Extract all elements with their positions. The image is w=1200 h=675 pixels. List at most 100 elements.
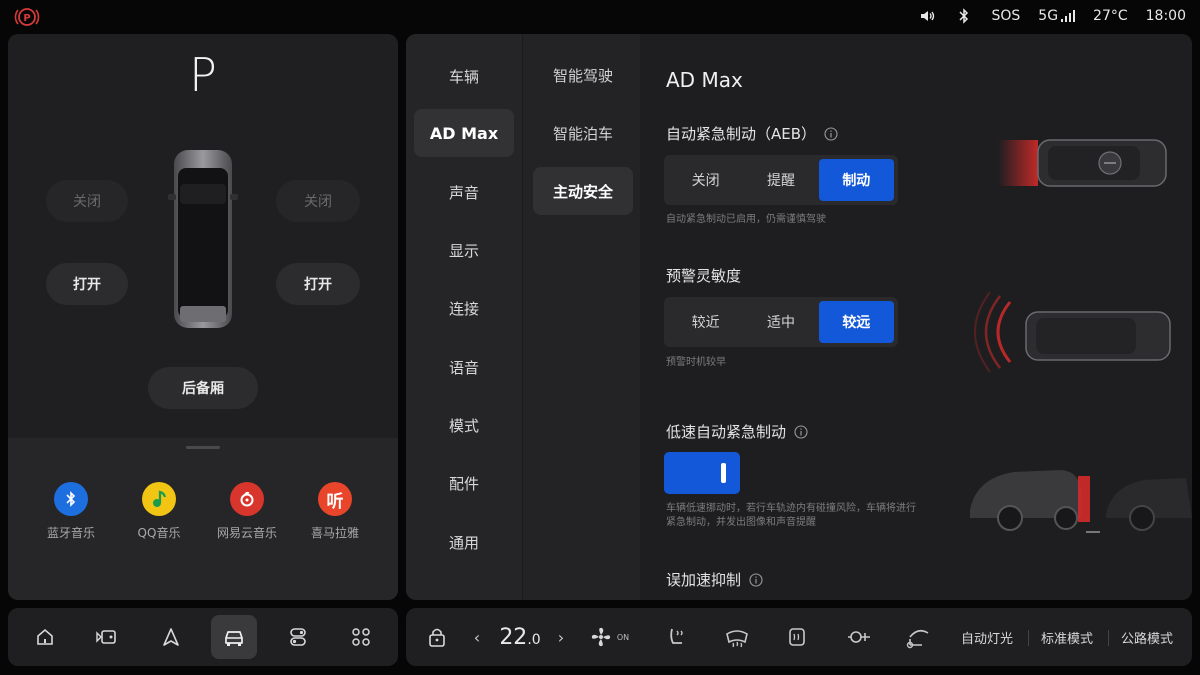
aeb-brake-illustration [998, 139, 1167, 187]
rear-left-door-button[interactable]: 打开 [46, 263, 128, 305]
aeb-option-off[interactable]: 关闭 [668, 159, 743, 201]
parking-brake-icon: P [14, 8, 40, 26]
settings-nav: 车辆 AD Max 声音 显示 连接 语音 模式 配件 通用 [406, 34, 522, 600]
front-right-door-button[interactable]: 关闭 [276, 180, 360, 222]
vehicle-panel: P 关闭 关闭 打开 打开 后备厢 蓝牙音乐 QQ音乐 网易云音乐 听 喜马拉雅 [8, 34, 398, 600]
media-dock: 蓝牙音乐 QQ音乐 网易云音乐 听 喜马拉雅 [8, 438, 398, 600]
temp-down-icon[interactable]: ‹ [468, 608, 486, 666]
app-bluetooth-music[interactable]: 蓝牙音乐 [26, 482, 116, 541]
seat-heat-icon[interactable] [662, 608, 692, 666]
fan-button[interactable]: ON [584, 608, 634, 666]
netease-music-icon [230, 482, 264, 516]
app-dock [8, 608, 398, 666]
low-speed-aeb-illustration [970, 470, 1192, 533]
divider [1108, 630, 1109, 646]
volume-icon[interactable] [919, 7, 937, 25]
rear-defrost-icon[interactable] [782, 608, 812, 666]
auto-lights-button[interactable]: 自动灯光 [954, 608, 1020, 666]
car-icon[interactable] [211, 615, 257, 659]
network-indicator: 5G [1038, 8, 1076, 24]
sub-nav: 智能驾驶 智能泊车 主动安全 [522, 34, 640, 600]
sensitivity-option-near[interactable]: 较近 [668, 301, 743, 343]
nav-accessories[interactable]: 配件 [414, 459, 514, 507]
temp-up-icon[interactable]: › [552, 608, 570, 666]
sensitivity-title: 预警灵敏度 [666, 267, 742, 285]
low-speed-aeb-title: 低速自动紧急制动 [666, 423, 787, 441]
media-icon[interactable] [84, 615, 130, 659]
nav-mode[interactable]: 模式 [414, 401, 514, 449]
settings-content: AD Max 自动紧急制动（AEB） 关闭 提醒 制动 自动紧急制动已启用，仍需… [640, 34, 1192, 600]
nav-voice[interactable]: 语音 [414, 343, 514, 391]
info-icon[interactable] [794, 424, 808, 439]
page-title: AD Max [666, 68, 743, 92]
misaccel-section-title: 误加速抑制 [666, 569, 763, 590]
sensitivity-segmented-control: 较近 适中 较远 [664, 297, 898, 347]
bluetooth-icon [54, 482, 88, 516]
apps-icon[interactable] [338, 615, 384, 659]
app-netease-music[interactable]: 网易云音乐 [202, 482, 292, 541]
sos-button[interactable]: SOS [991, 8, 1020, 24]
controls-icon[interactable] [275, 615, 321, 659]
low-speed-aeb-toggle[interactable] [664, 452, 740, 494]
fan-status: ON [616, 632, 630, 642]
aeb-title: 自动紧急制动（AEB） [666, 125, 817, 143]
app-qq-music[interactable]: QQ音乐 [114, 482, 204, 541]
wiper-icon[interactable] [902, 608, 934, 666]
drag-handle[interactable] [186, 446, 220, 449]
app-ximalaya[interactable]: 听 喜马拉雅 [290, 482, 380, 541]
gear-indicator: P [189, 48, 217, 102]
hint-line: 紧急制动，并发出图像和声音提醒 [666, 517, 816, 528]
status-bar: P SOS 5G 27°C 18:00 [0, 0, 1200, 32]
app-label: 喜马拉雅 [310, 526, 359, 540]
nav-ad-max[interactable]: AD Max [414, 109, 514, 157]
ximalaya-icon: 听 [318, 482, 352, 516]
fan-icon [591, 627, 610, 647]
temp-decimal: .0 [527, 631, 541, 648]
subnav-smart-parking[interactable]: 智能泊车 [533, 109, 633, 157]
sensitivity-hint: 预警时机较早 [666, 357, 726, 368]
subnav-smart-driving[interactable]: 智能驾驶 [533, 51, 633, 99]
sensitivity-radar-illustration [974, 292, 1171, 372]
nav-sound[interactable]: 声音 [414, 168, 514, 216]
sensitivity-section-title: 预警灵敏度 [666, 265, 741, 286]
nav-connection[interactable]: 连接 [414, 284, 514, 332]
charging-port-icon[interactable] [842, 608, 874, 666]
signal-icon [1061, 10, 1076, 22]
front-left-door-button[interactable]: 关闭 [46, 180, 128, 222]
nav-general[interactable]: 通用 [414, 518, 514, 566]
lock-icon[interactable] [424, 608, 450, 666]
climate-dock: ‹ 22.0 › ON 自动灯光 标准模式 公路模式 [406, 608, 1192, 666]
car-top-view-image [168, 150, 238, 328]
toggle-knob [721, 463, 726, 483]
subnav-active-safety[interactable]: 主动安全 [533, 167, 633, 215]
nav-vehicle[interactable]: 车辆 [414, 52, 514, 100]
rear-right-door-button[interactable]: 打开 [276, 263, 360, 305]
info-icon[interactable] [749, 572, 763, 587]
bluetooth-status-icon [959, 8, 969, 24]
sensitivity-option-far[interactable]: 较远 [818, 301, 894, 343]
aeb-section-title: 自动紧急制动（AEB） [666, 123, 838, 144]
qq-music-icon [142, 482, 176, 516]
drive-mode-button[interactable]: 标准模式 [1034, 608, 1100, 666]
nav-display[interactable]: 显示 [414, 226, 514, 274]
sensitivity-option-medium[interactable]: 适中 [743, 301, 818, 343]
road-mode-button[interactable]: 公路模式 [1114, 608, 1180, 666]
info-icon[interactable] [824, 126, 838, 141]
outside-temperature: 27°C [1093, 8, 1128, 24]
front-defrost-icon[interactable] [722, 608, 752, 666]
navigation-icon[interactable] [148, 615, 194, 659]
app-label: 蓝牙音乐 [46, 526, 95, 540]
aeb-option-brake[interactable]: 制动 [818, 159, 894, 201]
app-label: 网易云音乐 [216, 526, 277, 540]
clock: 18:00 [1145, 8, 1186, 24]
aeb-option-alert[interactable]: 提醒 [743, 159, 818, 201]
svg-text:P: P [23, 13, 30, 24]
divider [1028, 630, 1029, 646]
app-label: QQ音乐 [137, 526, 181, 540]
trunk-button[interactable]: 后备厢 [148, 367, 258, 409]
network-type: 5G [1038, 8, 1059, 24]
aeb-hint: 自动紧急制动已启用，仍需谨慎驾驶 [666, 214, 826, 225]
home-icon[interactable] [22, 615, 68, 659]
temp-main: 22 [499, 624, 528, 650]
aeb-segmented-control: 关闭 提醒 制动 [664, 155, 898, 205]
